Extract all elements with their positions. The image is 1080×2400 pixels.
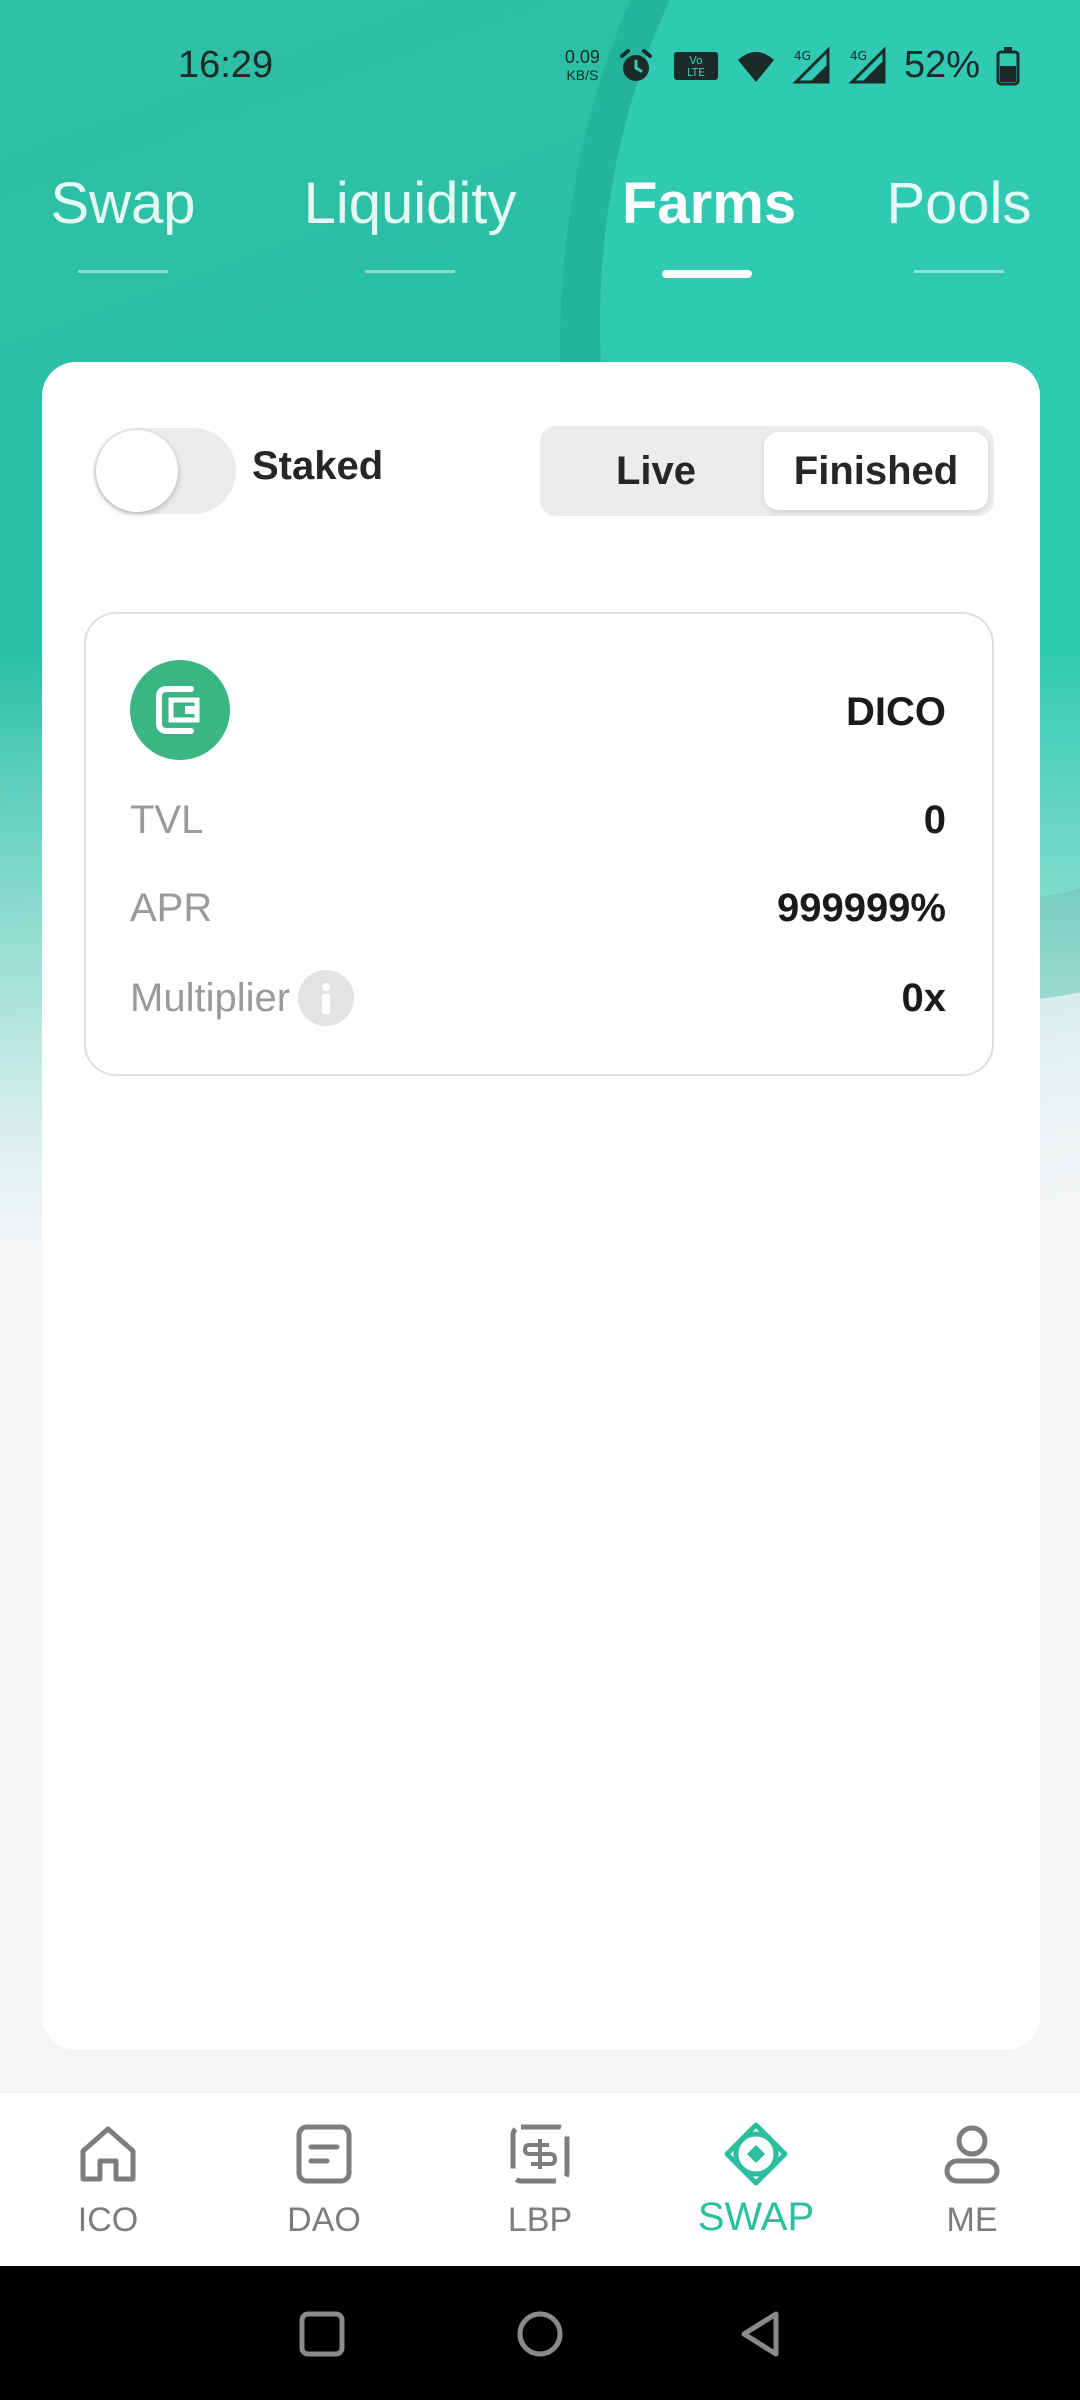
home-circle-icon[interactable] — [512, 2306, 568, 2362]
tvl-value: 0 — [923, 797, 946, 842]
tvl-row: TVL 0 — [130, 790, 946, 850]
tab-farms[interactable]: Farms — [622, 170, 796, 278]
nav-label-dao: DAO — [287, 2201, 361, 2239]
exchange-dollar-icon — [510, 2124, 570, 2184]
staked-toggle[interactable] — [94, 428, 236, 514]
battery-percent: 52% — [903, 44, 980, 86]
apr-row: APR 999999% — [130, 878, 946, 938]
nav-label-lbp: LBP — [507, 2201, 573, 2239]
battery-icon — [996, 46, 1020, 85]
nav-label-ico: ICO — [77, 2201, 139, 2239]
bottom-nav: ICO DAO LBP SWAP ME — [0, 2092, 1080, 2266]
status-bar: 16:29 0.09 KB/S Vo LTE 4G 4G 52% — [0, 0, 1080, 140]
nav-item-swap[interactable]: SWAP — [676, 2119, 836, 2240]
svg-text:LTE: LTE — [687, 66, 705, 79]
nav-label-swap: SWAP — [697, 2195, 815, 2239]
tvl-label: TVL — [130, 797, 204, 842]
live-finished-segmented-control: Live Finished — [540, 426, 994, 516]
nav-item-lbp[interactable]: LBP — [460, 2119, 620, 2240]
status-icons: 0.09 KB/S Vo LTE 4G 4G 52% — [565, 44, 1020, 87]
apr-value: 999999% — [776, 885, 946, 930]
tab-liquidity[interactable]: Liquidity — [290, 170, 530, 273]
alarm-icon — [619, 48, 652, 81]
volte-icon: Vo LTE — [673, 51, 718, 80]
tab-pools[interactable]: Pools — [884, 170, 1034, 273]
dico-logo-icon — [130, 660, 230, 760]
home-icon — [80, 2126, 136, 2182]
signal-sim1-icon: 4G — [792, 45, 830, 83]
nav-item-dao[interactable]: DAO — [244, 2119, 404, 2240]
info-icon[interactable] — [298, 970, 355, 1026]
token-name: DICO — [846, 690, 946, 734]
multiplier-label: Multiplier — [130, 975, 291, 1020]
status-time: 16:29 — [178, 44, 274, 86]
farm-item-card[interactable]: DICO TVL 0 APR 999999% Multiplier 0x — [84, 612, 994, 1076]
apr-label: APR — [130, 885, 213, 930]
nav-item-ico[interactable]: ICO — [28, 2119, 188, 2240]
farms-card: Staked Live Finished DICO TVL 0 APR 9999… — [42, 362, 1040, 2050]
multiplier-value: 0x — [901, 975, 947, 1020]
segment-live[interactable]: Live — [546, 432, 766, 510]
network-speed: 0.09 KB/S — [564, 46, 600, 83]
svg-text:4G: 4G — [794, 49, 811, 63]
toggle-knob — [96, 430, 178, 512]
wifi-icon — [737, 51, 774, 82]
multiplier-row: Multiplier 0x — [130, 968, 946, 1028]
recents-icon[interactable] — [294, 2306, 350, 2362]
staked-label: Staked — [252, 444, 384, 488]
nav-item-me[interactable]: ME — [892, 2119, 1052, 2240]
tab-swap[interactable]: Swap — [48, 170, 198, 273]
svg-text:4G: 4G — [850, 49, 867, 63]
top-tabs: Swap Liquidity Farms Pools — [0, 150, 1080, 290]
swap-diamond-icon — [724, 2122, 788, 2186]
user-icon — [944, 2125, 1000, 2184]
segment-finished[interactable]: Finished — [764, 432, 988, 510]
back-icon[interactable] — [732, 2306, 788, 2362]
nav-label-me: ME — [946, 2201, 998, 2239]
signal-sim2-icon: 4G — [848, 45, 886, 83]
document-icon — [296, 2124, 352, 2184]
multiplier-label-wrap: Multiplier — [130, 970, 355, 1026]
system-nav-bar — [0, 2266, 1080, 2400]
